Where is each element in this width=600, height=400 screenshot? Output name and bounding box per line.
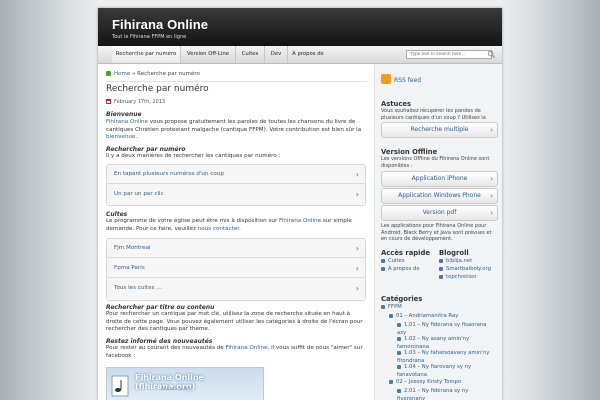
- breadcrumb: Home » Recherche par numéro: [106, 71, 200, 77]
- fihirana-online-link-3[interactable]: Fihirana Online: [226, 345, 268, 351]
- link-biblija[interactable]: biblija.net: [439, 257, 491, 265]
- category-1-03[interactable]: 1.03 – Ny fahatsoavany amin'ny fitondran…: [397, 350, 497, 365]
- heading-nouveautes: Restez informé des nouveautés: [106, 338, 213, 345]
- rss-link[interactable]: RSS feed: [394, 77, 421, 84]
- bienvenue-link[interactable]: bienvenue: [106, 134, 135, 140]
- category-2-01[interactable]: 2.01 – Ny fiderana sy ny fiverenany: [397, 388, 497, 400]
- fihirana-online-link-2[interactable]: Fihirana Online: [279, 218, 321, 224]
- heading-categories: Catégories: [381, 295, 423, 303]
- chevron-right-icon: ›: [355, 170, 359, 179]
- music-note-icon: [111, 375, 129, 397]
- bullet-icon: [381, 266, 385, 271]
- heading-recherche-titre: Rechercher par titre ou contenu: [106, 304, 215, 311]
- fihirana-online-link[interactable]: Fihirana Online: [106, 119, 148, 125]
- banner-title: Fihirana Online (fihirana.org): [135, 373, 204, 391]
- chevron-right-icon: ›: [355, 284, 359, 293]
- category-1-02[interactable]: 1.02 – Ny asany amin'ny famoronana: [397, 336, 497, 351]
- post-title[interactable]: Recherche par numéro: [106, 84, 209, 94]
- bullet-icon: [397, 322, 401, 327]
- chevron-right-icon: ›: [355, 190, 359, 199]
- rss-icon[interactable]: [381, 74, 391, 84]
- site-header: Fihirana Online Tout le Fihirana FFPM en…: [98, 8, 502, 46]
- site-title[interactable]: Fihirana Online: [112, 17, 208, 32]
- category-ffpm[interactable]: FFPM: [381, 304, 402, 312]
- paragraph-nouveautes: Pour rester au courant des nouveautés de…: [106, 345, 363, 359]
- heading-blogroll: Blogroll: [439, 249, 469, 257]
- heading-bienvenue: Bienvenue: [106, 111, 142, 118]
- page-container: Fihirana Online Tout le Fihirana FFPM en…: [98, 8, 502, 400]
- numero-options-box: En tapant plusieurs numéros d'un coup › U…: [106, 164, 366, 206]
- link-a-propos[interactable]: A propos de: [381, 265, 420, 273]
- application-windows-phone-button[interactable]: Application Windows Phone ›: [381, 188, 498, 204]
- list-item-un-par-un[interactable]: Un par un par clic ›: [107, 185, 365, 204]
- bullet-icon: [397, 336, 401, 341]
- category-02[interactable]: 02 – Jesosy Kristy Tompo: [389, 379, 461, 387]
- bullet-icon: [439, 274, 443, 279]
- nav-item-cultes[interactable]: Cultes: [236, 46, 265, 63]
- heading-acces-rapide: Accès rapide: [381, 249, 430, 257]
- version-pdf-button[interactable]: Version pdf ›: [381, 205, 498, 221]
- paragraph-recherche-numero: Il y a deux manières de rechercher les c…: [106, 153, 281, 159]
- nav-item-recherche-par-numero[interactable]: Recherche par numéro: [112, 46, 181, 63]
- blogroll-list: biblija.net Smartbaiboly.org topchretien: [439, 257, 491, 281]
- chevron-right-icon: ›: [490, 126, 493, 134]
- search-icon[interactable]: [487, 50, 496, 59]
- breadcrumb-home-link[interactable]: Home: [114, 71, 130, 77]
- calendar-icon: [106, 99, 111, 104]
- application-iphone-button[interactable]: Application iPhone ›: [381, 171, 498, 187]
- bullet-icon: [381, 258, 385, 263]
- home-icon: [106, 71, 111, 76]
- chevron-right-icon: ›: [490, 192, 493, 200]
- nav-item-dev[interactable]: Dev: [265, 46, 288, 63]
- bullet-icon: [389, 379, 393, 384]
- link-cultes[interactable]: Cultes: [381, 257, 420, 265]
- bullet-icon: [439, 266, 443, 271]
- text-applications-prevues: Les applications pour Fihirana Online po…: [381, 223, 492, 243]
- text-version-offline: Les versions Offline du Fihirana Online …: [381, 156, 490, 169]
- chevron-right-icon: ›: [490, 175, 493, 183]
- list-item-fjm-montreal[interactable]: Fjm Montreal ›: [107, 239, 365, 258]
- bullet-icon: [397, 388, 401, 393]
- link-topchretien[interactable]: topchretien: [439, 273, 491, 281]
- heading-version-offline: Version Offline: [381, 148, 438, 156]
- chevron-right-icon: ›: [490, 209, 493, 217]
- search-input[interactable]: [406, 50, 492, 59]
- heading-astuces: Astuces: [381, 100, 412, 108]
- paragraph-cultes: Le programme de votre église peut être m…: [106, 218, 352, 232]
- banner-subtitle: Fihirana Online: [161, 386, 192, 391]
- nav-item-version-offline[interactable]: Version Off-Line: [181, 46, 236, 63]
- category-01[interactable]: 01 – Andriamanitra Ray: [389, 313, 458, 321]
- list-item-tous-les-cultes[interactable]: Tous les cultes … ›: [107, 279, 365, 298]
- bullet-icon: [381, 304, 385, 309]
- paragraph-bienvenue: Fihirana Online vous propose gratuitemen…: [106, 119, 362, 141]
- bullet-icon: [397, 364, 401, 369]
- nav-item-a-propos[interactable]: A propos de: [288, 46, 328, 63]
- chevron-right-icon: ›: [355, 264, 359, 273]
- heading-cultes: Cultes: [106, 211, 128, 218]
- main-content: Home » Recherche par numéro Recherche pa…: [98, 64, 372, 400]
- list-item-fpma-paris[interactable]: Fpma Paris ›: [107, 259, 365, 278]
- contact-link[interactable]: nous contacter: [198, 226, 239, 232]
- divider: [106, 81, 366, 82]
- category-1-01[interactable]: 1.01 – Ny fiderana sy fisaorana azy: [397, 322, 497, 337]
- list-item-plusieurs-numeros[interactable]: En tapant plusieurs numéros d'un coup ›: [107, 165, 365, 184]
- cultes-list-box: Fjm Montreal › Fpma Paris › Tous les culte…: [106, 238, 366, 301]
- acces-rapide-list: Cultes A propos de: [381, 257, 420, 273]
- sidebar: RSS feed Astuces Vous souhaitez récupére…: [374, 64, 502, 400]
- bullet-icon: [439, 258, 443, 263]
- facebook-banner[interactable]: Fihirana Online (fihirana.org) Fihirana …: [106, 367, 264, 400]
- chevron-right-icon: ›: [355, 244, 359, 253]
- recherche-multiple-button[interactable]: Recherche multiple ›: [381, 122, 498, 138]
- post-date: February 17th, 2013: [106, 99, 165, 105]
- heading-recherche-numero: Rechercher par numéro: [106, 146, 186, 153]
- site-description: Tout le Fihirana FFPM en ligne: [112, 34, 187, 40]
- breadcrumb-current: Recherche par numéro: [137, 71, 200, 77]
- text-astuces: Vous souhaitez récupérer les paroles de …: [381, 108, 486, 121]
- paragraph-recherche-titre: Pour rechercher un cantique par mot clé,…: [106, 311, 363, 333]
- link-smartbaiboly[interactable]: Smartbaiboly.org: [439, 265, 491, 273]
- bullet-icon: [397, 350, 401, 355]
- bullet-icon: [389, 313, 393, 318]
- category-1-04[interactable]: 1.04 – Ny fiarovany sy ny fanavotana: [397, 364, 497, 379]
